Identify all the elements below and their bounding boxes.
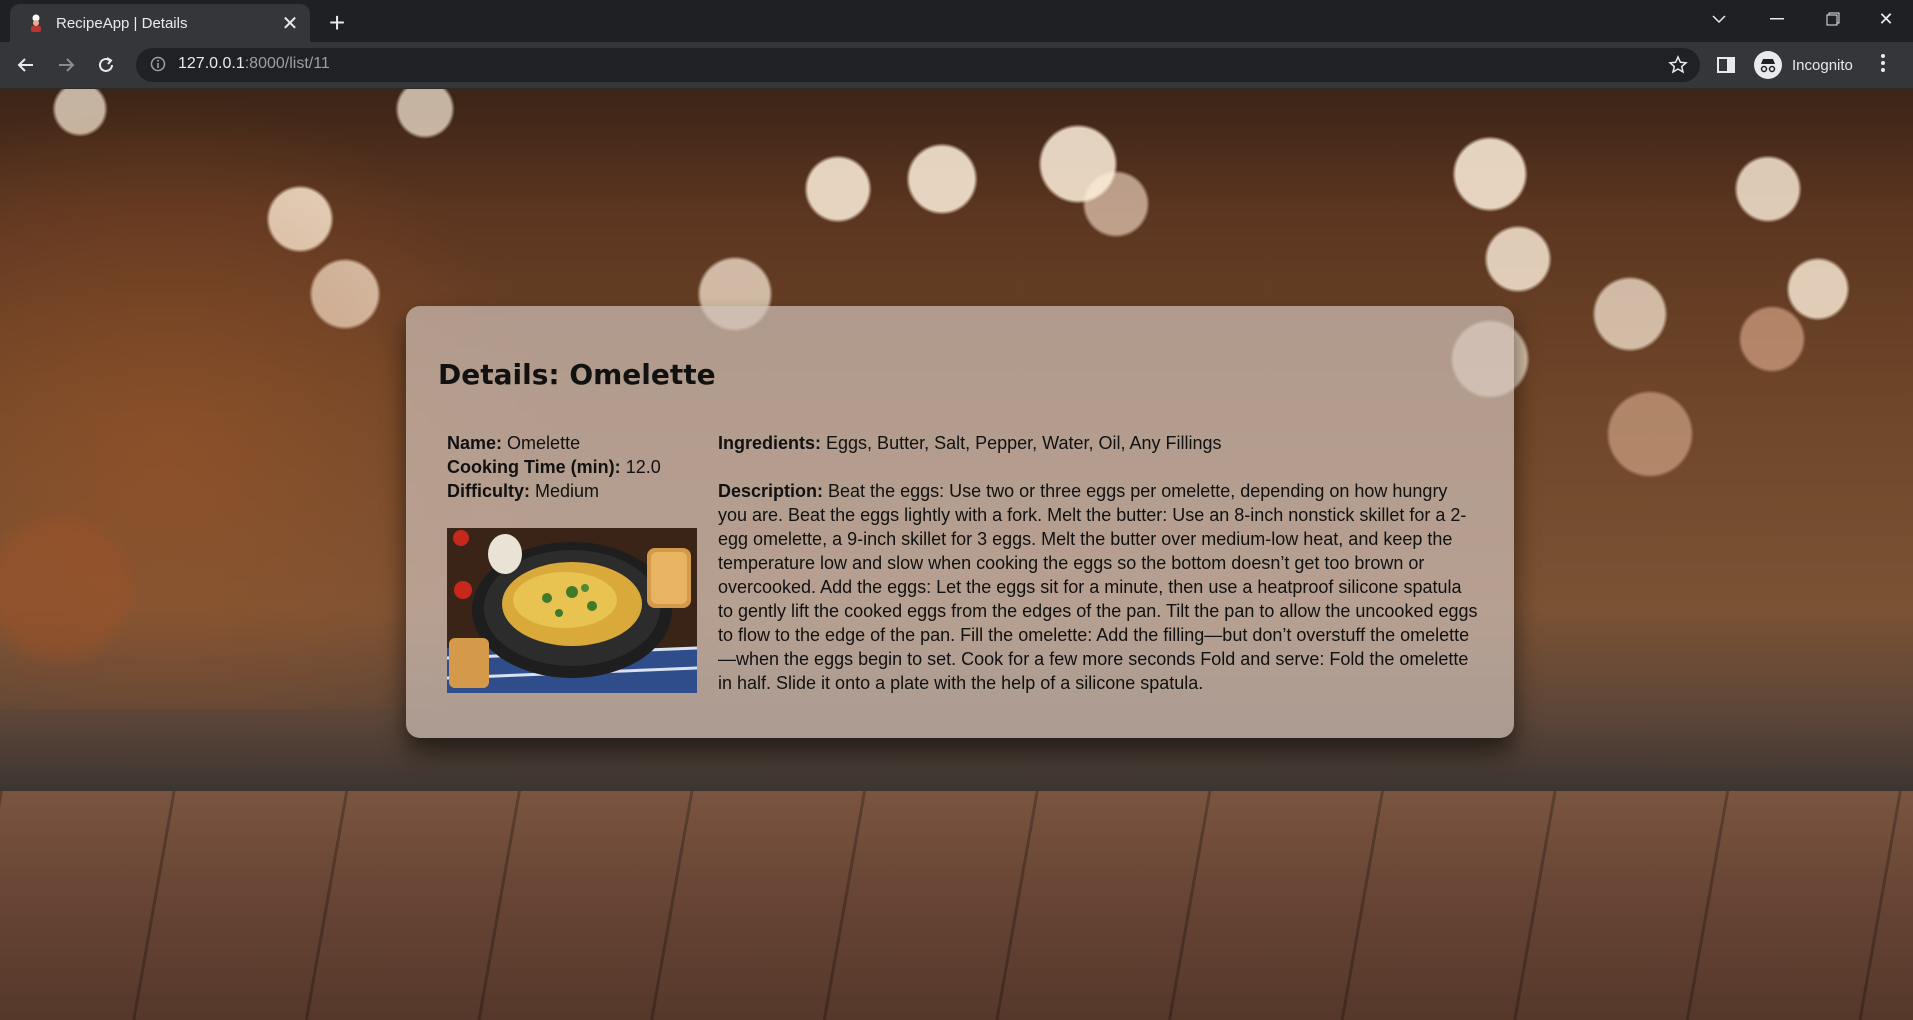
incognito-profile[interactable]: Incognito xyxy=(1754,48,1853,82)
name-row: Name: Omelette xyxy=(447,431,661,455)
time-label: Cooking Time (min): xyxy=(447,457,621,477)
recipe-image xyxy=(447,528,697,693)
difficulty-value: Medium xyxy=(535,481,600,501)
difficulty-row: Difficulty: Medium xyxy=(447,479,661,503)
side-panel-icon[interactable] xyxy=(1716,55,1738,77)
description-paragraph: Description: Beat the eggs: Use two or t… xyxy=(718,479,1478,695)
name-value: Omelette xyxy=(507,433,581,453)
recipe-details-card: Details: Omelette Name: Omelette Cooking… xyxy=(406,306,1514,738)
chef-icon xyxy=(26,13,46,33)
recipe-text: Ingredients: Eggs, Butter, Salt, Pepper,… xyxy=(718,431,1478,695)
url-host: 127.0.0.1 xyxy=(178,55,245,72)
time-row: Cooking Time (min): 12.0 xyxy=(447,455,661,479)
tab-search-icon[interactable] xyxy=(1692,0,1746,38)
address-bar[interactable]: 127.0.0.1:8000/list/11 xyxy=(136,48,1700,82)
back-icon[interactable] xyxy=(10,49,42,81)
description-value: Beat the eggs: Use two or three eggs per… xyxy=(718,481,1478,693)
close-tab-icon[interactable]: ✕ xyxy=(276,9,304,37)
new-tab-icon[interactable]: + xyxy=(322,7,352,38)
recipe-meta: Name: Omelette Cooking Time (min): 12.0 … xyxy=(447,431,661,503)
ingredients-value: Eggs, Butter, Salt, Pepper, Water, Oil, … xyxy=(826,433,1222,453)
description-label: Description: xyxy=(718,481,824,501)
restore-icon[interactable] xyxy=(1806,0,1860,38)
reload-icon[interactable] xyxy=(90,49,122,81)
bookmark-star-icon[interactable] xyxy=(1668,55,1688,75)
minimize-icon[interactable] xyxy=(1750,0,1804,38)
browser-toolbar: 127.0.0.1:8000/list/11 Incognito xyxy=(0,42,1913,89)
tab-strip: RecipeApp | Details ✕ + ✕ xyxy=(0,0,1913,42)
more-menu-icon[interactable] xyxy=(1880,53,1902,77)
site-info-icon[interactable] xyxy=(150,56,168,74)
forward-icon[interactable] xyxy=(50,49,82,81)
time-value: 12.0 xyxy=(625,457,661,477)
incognito-icon xyxy=(1754,51,1782,79)
tab-details[interactable]: RecipeApp | Details ✕ xyxy=(10,4,310,42)
tab-title: RecipeApp | Details xyxy=(56,14,188,32)
name-label: Name: xyxy=(447,433,503,453)
ingredients-label: Ingredients: xyxy=(718,433,822,453)
wooden-table-background xyxy=(0,791,1913,1020)
ingredients-paragraph: Ingredients: Eggs, Butter, Salt, Pepper,… xyxy=(718,431,1478,455)
url-path: :8000/list/11 xyxy=(244,55,330,72)
incognito-label: Incognito xyxy=(1792,56,1853,74)
close-window-icon[interactable]: ✕ xyxy=(1859,0,1913,38)
difficulty-label: Difficulty: xyxy=(447,481,530,501)
url-text: 127.0.0.1:8000/list/11 xyxy=(178,55,330,73)
page-title: Details: Omelette xyxy=(438,358,716,391)
